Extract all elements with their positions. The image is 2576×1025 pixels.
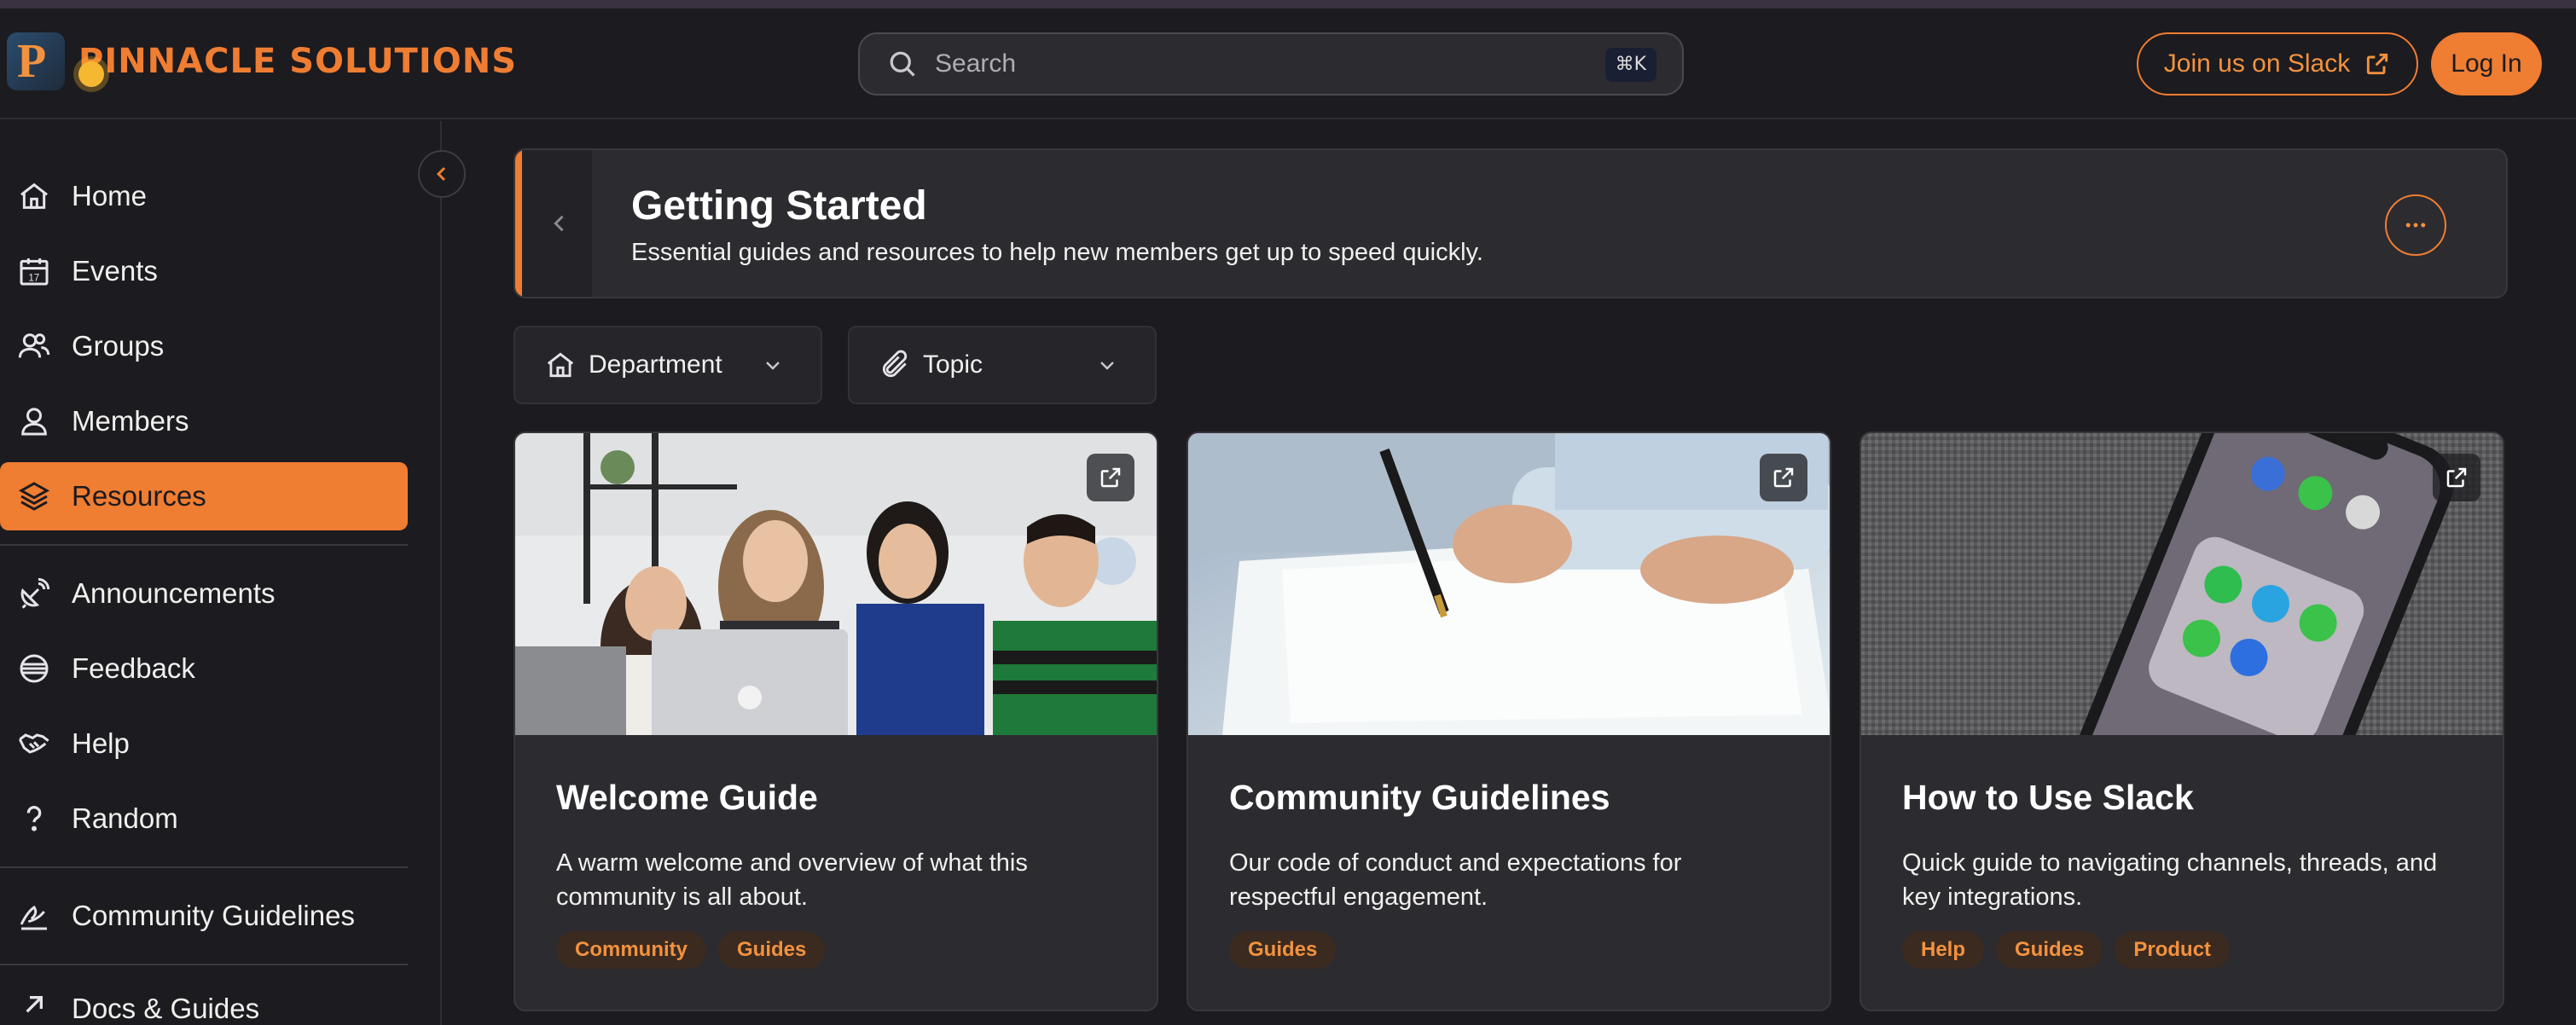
open-external-button[interactable] [2433, 454, 2480, 501]
tag-badge[interactable]: Guides [1229, 931, 1337, 969]
page-title: Getting Started [631, 183, 927, 229]
sidebar-item-random[interactable]: Random [0, 785, 408, 853]
sidebar-divider [0, 964, 408, 965]
sidebar-item-label: Docs & Guides [72, 993, 260, 1024]
card-image-phone-apps [1861, 433, 2503, 735]
brand-name: PINNACLE SOLUTIONS [78, 42, 518, 81]
search-shortcut-badge: ⌘K [1604, 48, 1656, 82]
sidebar-item-announcements[interactable]: Announcements [0, 559, 408, 628]
sidebar-item-label: Home [72, 180, 148, 211]
card-description: Quick guide to navigating channels, thre… [1902, 849, 2438, 911]
tag-badge[interactable]: Guides [718, 931, 826, 969]
card-title: Welcome Guide [556, 778, 818, 817]
card-image-team-laptop [515, 433, 1157, 735]
svg-text:17: 17 [28, 273, 39, 284]
department-icon [547, 352, 574, 378]
chevron-down-icon [766, 362, 780, 370]
search-placeholder: Search [935, 49, 1017, 78]
sidebar-item-label: Members [72, 405, 189, 437]
sidebar-item-help[interactable]: Help [0, 709, 408, 778]
tag-badge[interactable]: Guides [1996, 931, 2103, 969]
question-icon [26, 806, 42, 831]
card-tags: Help Guides Product [1902, 931, 2231, 969]
handshake-icon [18, 733, 49, 754]
guidelines-icon [20, 905, 47, 930]
department-filter-label: Department [589, 350, 722, 379]
arrow-up-right-icon [26, 996, 43, 1013]
sidebar-item-label: Events [72, 255, 158, 287]
ellipsis-icon [2405, 223, 2426, 228]
open-external-button[interactable] [1760, 454, 1807, 501]
logo-sun-icon [78, 61, 104, 87]
paperclip-icon [882, 350, 908, 378]
calendar-icon: 17 [20, 258, 49, 286]
external-link-icon [2367, 53, 2388, 75]
sidebar-item-docs-guides[interactable]: Docs & Guides [0, 977, 408, 1025]
external-link-icon [1100, 467, 1121, 488]
card-description: Our code of conduct and expectations for… [1229, 849, 1682, 911]
search-icon [890, 51, 915, 77]
topic-filter-dropdown[interactable]: Topic [848, 326, 1157, 404]
external-link-icon [1773, 467, 1794, 488]
sidebar-item-groups[interactable]: Groups [0, 312, 408, 380]
sidebar-item-label: Random [72, 802, 178, 834]
chevron-left-icon [554, 215, 564, 232]
resource-card-welcome-guide[interactable]: Welcome Guide A warm welcome and overvie… [513, 431, 1158, 1011]
card-title: Community Guidelines [1229, 778, 1610, 817]
open-external-button[interactable] [1087, 454, 1134, 501]
department-filter-dropdown[interactable]: Department [513, 326, 822, 404]
card-tags: Guides [1229, 931, 1337, 969]
groups-icon [18, 333, 50, 358]
top-header: P PINNACLE SOLUTIONS Search ⌘K Join us o… [0, 9, 2576, 119]
sidebar-item-home[interactable]: Home [0, 162, 408, 230]
card-title: How to Use Slack [1902, 778, 2194, 817]
sidebar-item-resources[interactable]: Resources [0, 462, 408, 530]
layers-icon [18, 482, 50, 511]
sidebar-item-community-guidelines[interactable]: Community Guidelines [0, 882, 408, 950]
sidebar-item-label: Groups [72, 330, 165, 362]
sidebar-divider [0, 544, 408, 546]
sidebar-item-events[interactable]: 17 Events [0, 237, 408, 305]
feedback-icon [20, 654, 49, 683]
tag-badge[interactable]: Community [556, 931, 706, 969]
topic-filter-label: Topic [923, 350, 983, 379]
join-slack-button[interactable]: Join us on Slack [2137, 32, 2418, 96]
card-tags: Community Guides [556, 931, 826, 969]
sidebar-collapse-button[interactable] [418, 150, 466, 198]
window-top-strip [0, 0, 2576, 9]
external-link-icon [2446, 467, 2467, 488]
card-description: A warm welcome and overview of what this… [556, 849, 1028, 911]
card-image-signing-document [1188, 433, 1830, 735]
sidebar-item-feedback[interactable]: Feedback [0, 634, 408, 703]
satellite-icon [20, 577, 50, 609]
home-icon [20, 182, 48, 209]
search-input[interactable]: Search ⌘K [858, 32, 1684, 96]
sidebar-item-label: Community Guidelines [72, 900, 355, 931]
sidebar-item-label: Help [72, 727, 130, 759]
banner-back-button[interactable] [515, 150, 592, 297]
tag-badge[interactable]: Help [1902, 931, 1985, 969]
sidebar-divider [0, 866, 408, 868]
logo-mark: P [7, 32, 65, 90]
join-slack-label: Join us on Slack [2163, 49, 2351, 78]
resource-card-how-to-use-slack[interactable]: How to Use Slack Quick guide to navigati… [1859, 431, 2504, 1011]
resource-card-community-guidelines[interactable]: Community Guidelines Our code of conduct… [1186, 431, 1831, 1011]
login-button[interactable]: Log In [2431, 32, 2542, 96]
getting-started-banner: Getting Started Essential guides and res… [513, 148, 2508, 298]
more-options-button[interactable] [2385, 194, 2446, 256]
chevron-left-icon [436, 166, 446, 182]
sidebar-item-members[interactable]: Members [0, 387, 408, 455]
tag-badge[interactable]: Product [2115, 931, 2231, 969]
sidebar-item-label: Feedback [72, 652, 195, 684]
sidebar-item-label: Resources [72, 480, 206, 512]
member-icon [21, 408, 47, 436]
chevron-down-icon [1100, 362, 1114, 370]
page-subtitle: Essential guides and resources to help n… [631, 239, 1483, 266]
sidebar-item-label: Announcements [72, 577, 276, 609]
brand-logo[interactable]: P PINNACLE SOLUTIONS [7, 32, 517, 90]
